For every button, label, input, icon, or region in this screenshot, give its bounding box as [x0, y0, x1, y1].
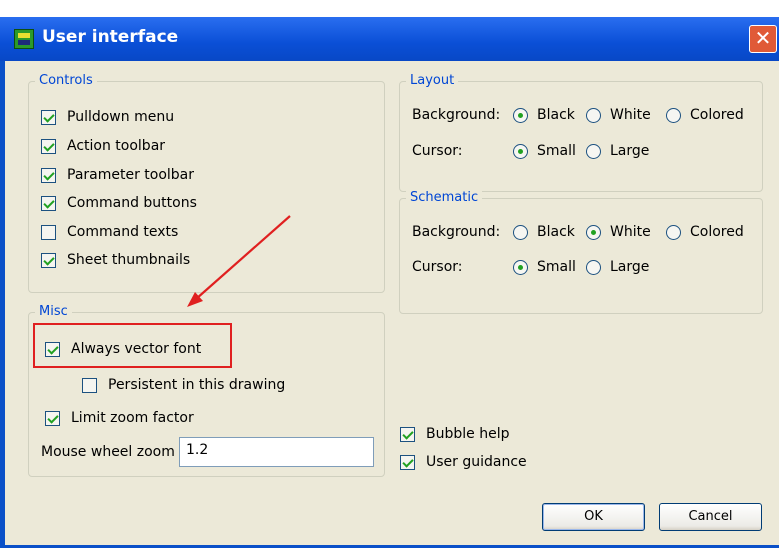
checkbox-user-guidance[interactable]: User guidance [400, 452, 527, 472]
radio-button[interactable] [586, 224, 601, 240]
schematic-group: Schematic Background: Black White Colore… [399, 190, 763, 314]
schematic-background-colored[interactable]: Colored [666, 224, 744, 240]
layout-cursor-large[interactable]: Large [586, 143, 649, 159]
radio-label: Large [610, 259, 650, 275]
schematic-background-label: Background: [412, 224, 501, 240]
radio-label: Small [537, 143, 576, 159]
checkbox-box[interactable] [400, 454, 415, 470]
radio-button[interactable] [666, 107, 681, 123]
cancel-button[interactable]: Cancel [659, 503, 762, 531]
radio-label: Large [610, 143, 650, 159]
layout-background-colored[interactable]: Colored [666, 107, 744, 123]
checkbox-bubble-help[interactable]: Bubble help [400, 424, 509, 444]
radio-label: White [610, 224, 651, 240]
dialog-body: Controls Pulldown menu Action toolbar Pa… [5, 61, 779, 545]
radio-label: Colored [690, 107, 744, 123]
layout-background-white[interactable]: White [586, 107, 651, 123]
layout-cursor-small[interactable]: Small [513, 143, 576, 159]
radio-label: Colored [690, 224, 744, 240]
layout-group: Layout Background: Black White Colored C… [399, 73, 763, 192]
schematic-background-black[interactable]: Black [513, 224, 575, 240]
schematic-cursor-large[interactable]: Large [586, 259, 649, 275]
radio-button[interactable] [666, 224, 681, 240]
checkbox-box[interactable] [400, 426, 415, 442]
ok-button[interactable]: OK [542, 503, 645, 531]
radio-button[interactable] [513, 107, 528, 123]
layout-background-black[interactable]: Black [513, 107, 575, 123]
checkbox-label: User guidance [426, 454, 527, 470]
layout-cursor-label: Cursor: [412, 143, 463, 159]
radio-button[interactable] [513, 224, 528, 240]
dialog-window: User interface ✕ Controls Pulldown menu … [0, 17, 779, 548]
layout-legend: Layout [406, 73, 459, 88]
layout-background-label: Background: [412, 107, 501, 123]
radio-button[interactable] [586, 107, 601, 123]
radio-label: Black [537, 224, 575, 240]
radio-label: Black [537, 107, 575, 123]
radio-label: White [610, 107, 651, 123]
radio-button[interactable] [513, 143, 528, 159]
schematic-cursor-label: Cursor: [412, 259, 463, 275]
schematic-cursor-small[interactable]: Small [513, 259, 576, 275]
title-bar[interactable]: User interface ✕ [0, 17, 779, 61]
checkbox-label: Bubble help [426, 426, 510, 442]
schematic-legend: Schematic [406, 190, 483, 205]
radio-button[interactable] [586, 143, 601, 159]
radio-label: Small [537, 259, 576, 275]
radio-button[interactable] [513, 259, 528, 275]
window-title: User interface [42, 27, 179, 47]
close-button[interactable]: ✕ [749, 25, 777, 53]
schematic-background-white[interactable]: White [586, 224, 651, 240]
radio-button[interactable] [586, 259, 601, 275]
app-icon [14, 29, 34, 49]
